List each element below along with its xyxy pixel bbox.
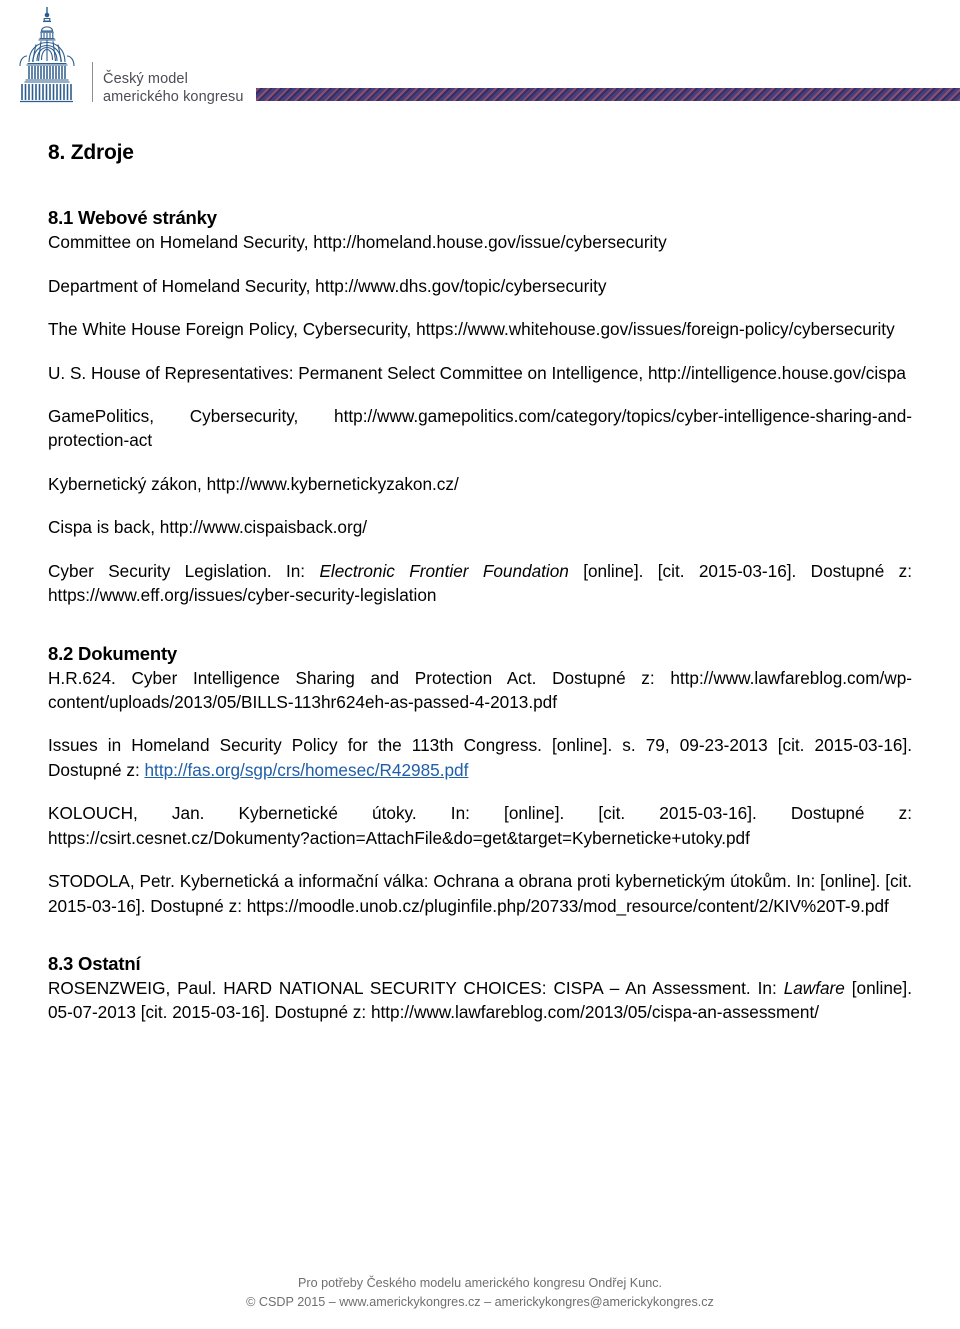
reference-item: KOLOUCH, Jan. Kybernetické útoky. In: [o… bbox=[48, 803, 912, 848]
rosenzweig-source-title: Lawfare bbox=[783, 977, 845, 998]
reference-item: Kybernetický zákon, http://www.kyberneti… bbox=[48, 473, 459, 494]
page-title: 8. Zdroje bbox=[48, 141, 134, 164]
logo-wordmark: Český model amerického kongresu bbox=[103, 70, 244, 106]
logo-line-2: amerického kongresu bbox=[103, 88, 244, 105]
logo-line-1: Český model bbox=[103, 70, 188, 87]
logo-divider bbox=[92, 62, 93, 102]
rosenzweig-pre: ROSENZWEIG, Paul. HARD NATIONAL SECURITY… bbox=[48, 977, 784, 998]
subsection-heading-8-3: 8.3 Ostatní bbox=[48, 952, 141, 974]
footer-line-2: © CSDP 2015 – www.americkykongres.cz – a… bbox=[246, 1295, 714, 1310]
document-body: 8. Zdroje 8.1 Webové stránky Committee o… bbox=[48, 140, 912, 1025]
page-footer: Pro potřeby Českého modelu amerického ko… bbox=[0, 1274, 960, 1313]
reference-item: H.R.624. Cyber Intelligence Sharing and … bbox=[48, 667, 912, 712]
crs-link[interactable]: http://fas.org/sgp/crs/homesec/R42985.pd… bbox=[145, 760, 469, 780]
reference-item: Cispa is back, http://www.cispaisback.or… bbox=[48, 517, 368, 538]
subsection-heading-8-1: 8.1 Webové stránky bbox=[48, 207, 217, 229]
reference-item: Department of Homeland Security, http://… bbox=[48, 275, 607, 296]
subsection-heading-8-2: 8.2 Dokumenty bbox=[48, 642, 177, 664]
reference-item: GamePolitics, Cybersecurity, http://www.… bbox=[48, 405, 912, 451]
reference-item: Committee on Homeland Security, http://h… bbox=[48, 232, 667, 253]
eff-pre: Cyber Security Legislation. In: bbox=[48, 560, 320, 581]
header-decorative-stripe bbox=[256, 88, 960, 101]
footer-line-1: Pro potřeby Českého modelu amerického ko… bbox=[297, 1275, 662, 1290]
page-header: Český model amerického kongresu bbox=[0, 0, 960, 118]
reference-item: U. S. House of Representatives: Permanen… bbox=[48, 362, 906, 383]
capitol-dome-icon bbox=[8, 4, 86, 108]
site-logo: Český model amerického kongresu bbox=[8, 4, 244, 108]
reference-item-rosenzweig: ROSENZWEIG, Paul. HARD NATIONAL SECURITY… bbox=[48, 976, 912, 1025]
reference-item: STODOLA, Petr. Kybernetická a informační… bbox=[48, 871, 912, 916]
eff-source-title: Electronic Frontier Foundation bbox=[319, 560, 569, 581]
reference-item: The White House Foreign Policy, Cybersec… bbox=[48, 319, 895, 340]
reference-item-eff: Cyber Security Legislation. In: Electron… bbox=[48, 559, 912, 608]
reference-item-crs: Issues in Homeland Security Policy for t… bbox=[48, 733, 912, 782]
